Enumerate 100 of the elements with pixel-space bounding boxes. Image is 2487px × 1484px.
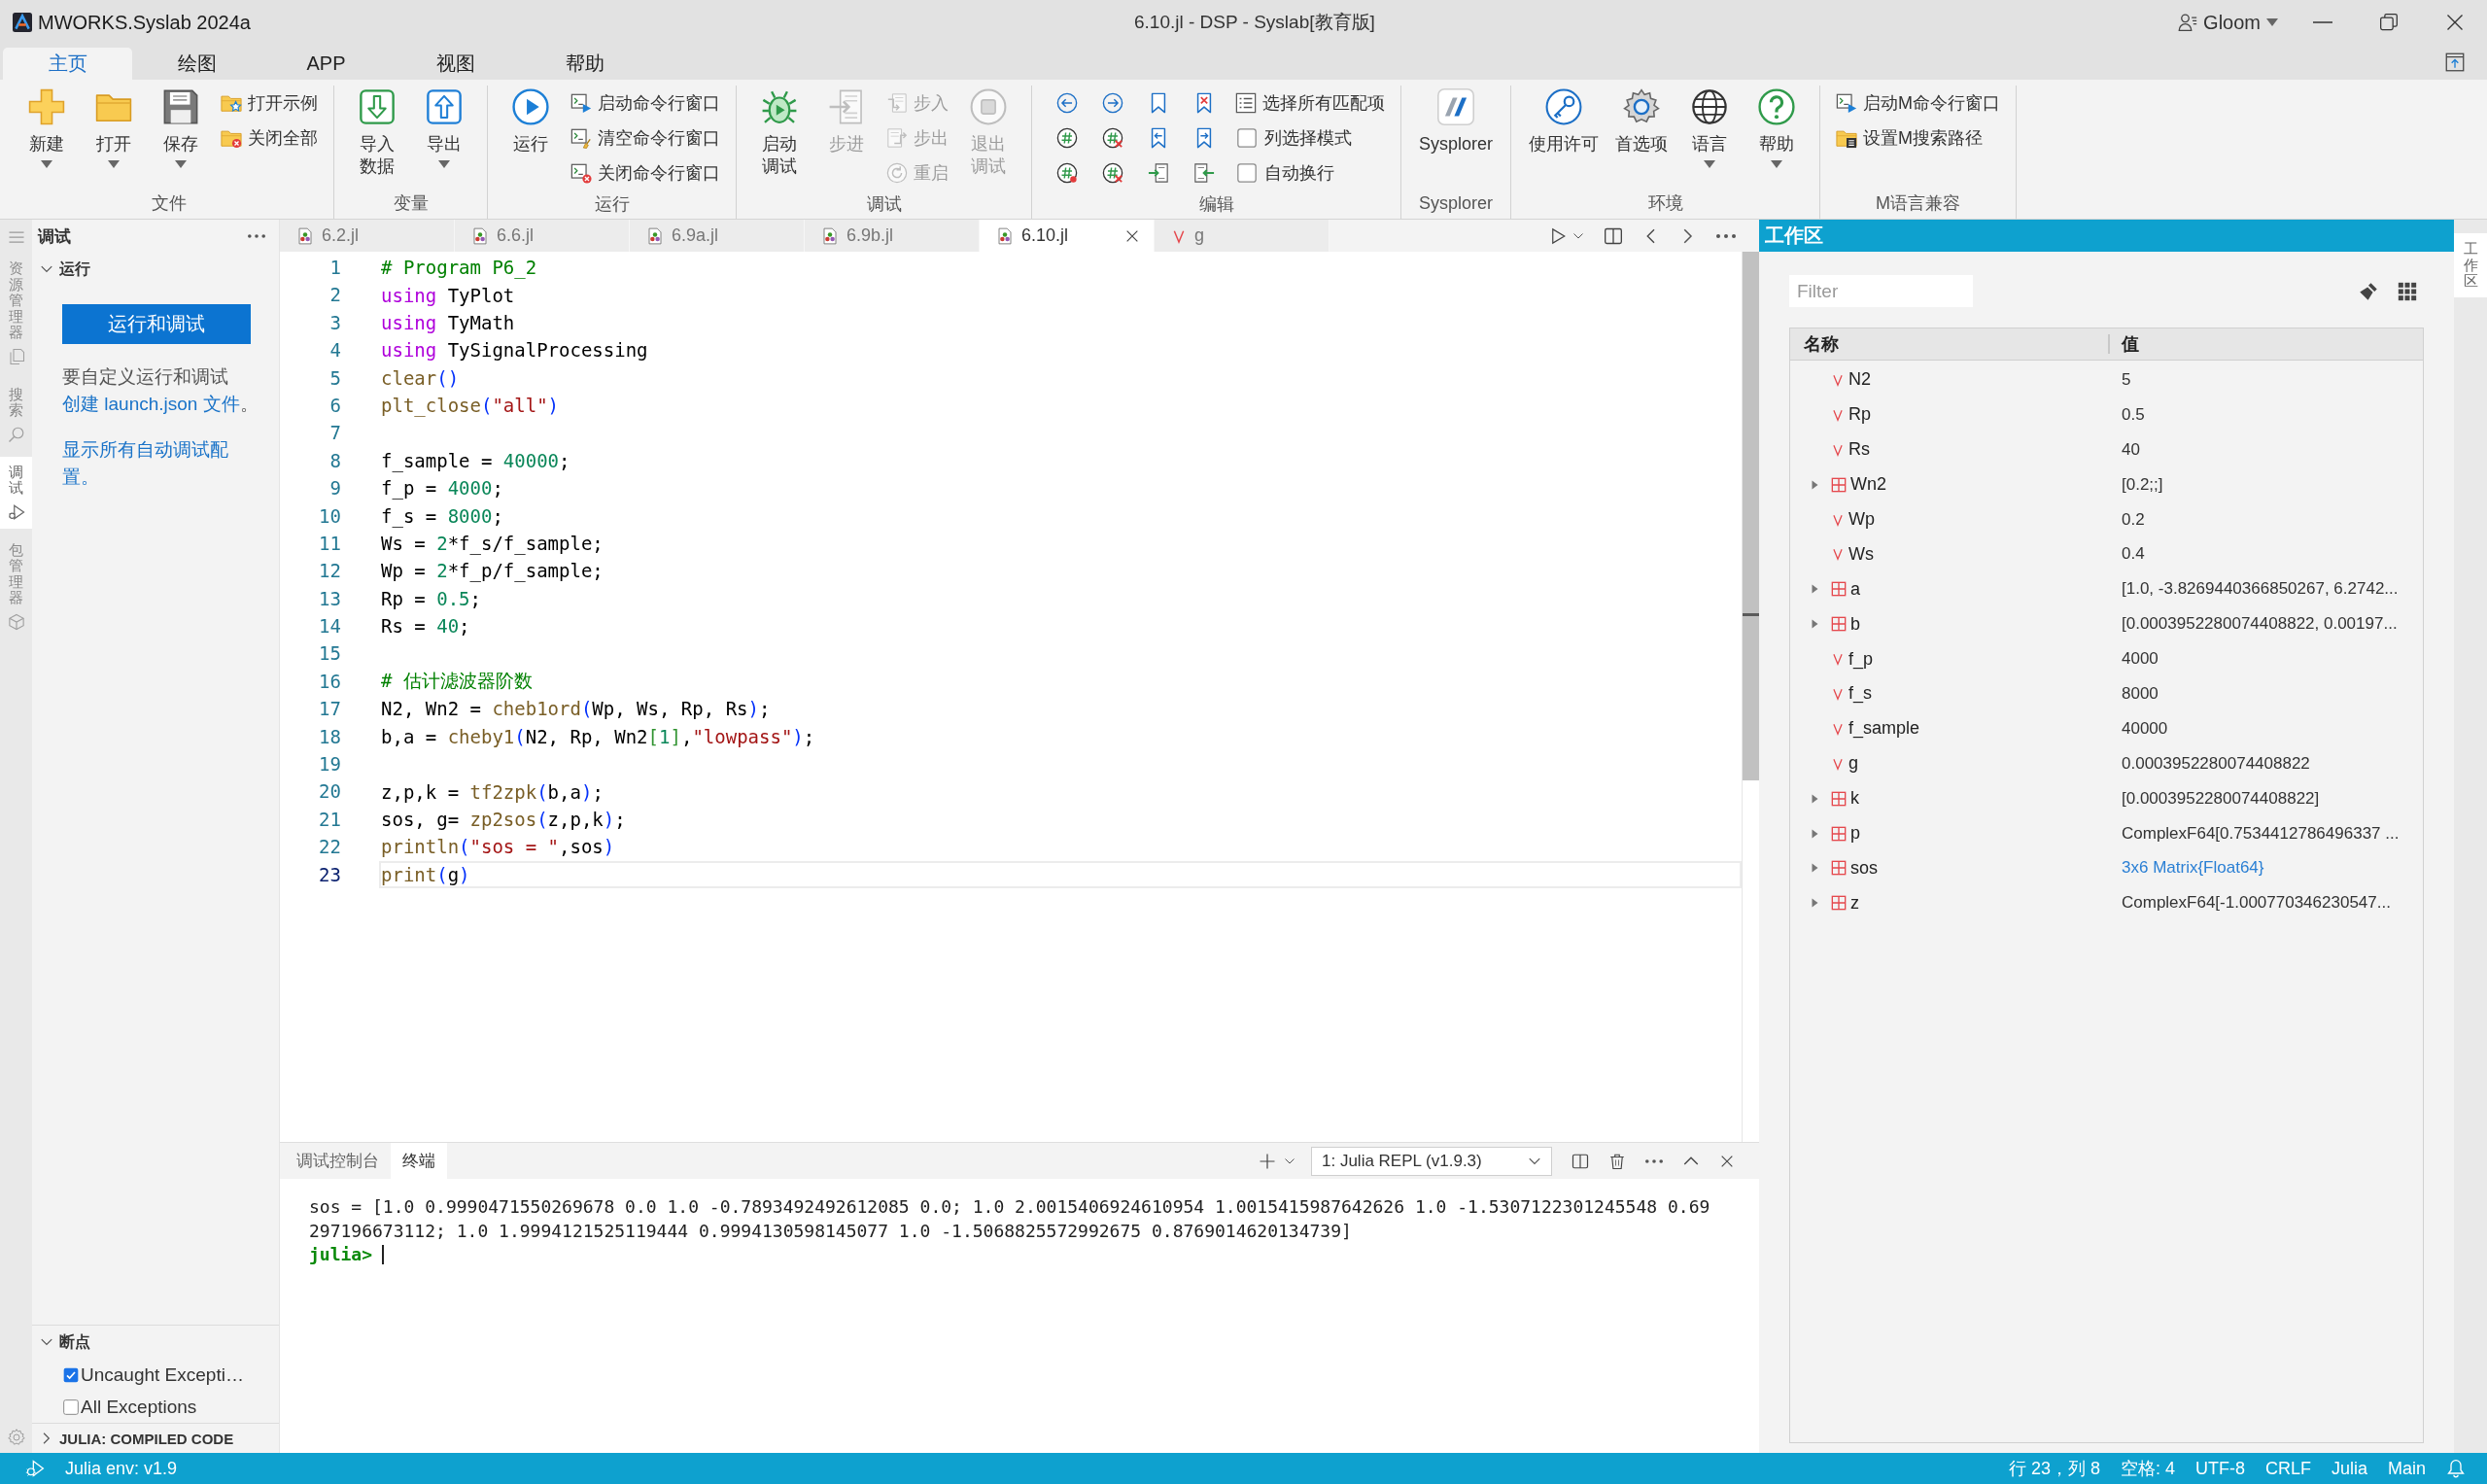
debug-icon[interactable] [25,1459,45,1478]
checkbox[interactable] [63,1398,79,1415]
checkbox[interactable] [1237,128,1257,148]
editor-tab[interactable]: 6.6.jl [455,220,630,252]
expand-arrow-icon[interactable] [1809,478,1820,491]
ribbon-button[interactable]: 首选项 [1609,86,1675,155]
checkbox-label[interactable]: 自动换行 [1264,161,1334,185]
broom-icon[interactable] [2359,281,2378,301]
expand-arrow-icon[interactable] [1809,792,1820,805]
ribbon-button[interactable]: 导入 数据 [346,86,408,178]
editor-tab[interactable]: 6.2.jl [280,220,455,252]
expand-arrow-icon[interactable] [1809,583,1820,596]
grid-icon[interactable] [2398,281,2417,301]
ribbon-tab[interactable]: 主页 [3,48,132,80]
variable-name: z [1850,892,1859,914]
variable-icon [1831,547,1845,562]
indent-icon[interactable] [1147,162,1169,184]
checkbox[interactable] [63,1366,79,1383]
close-icon[interactable] [2445,13,2465,32]
checkbox[interactable] [1237,163,1257,183]
split-terminal-icon[interactable] [1572,1152,1589,1170]
ribbon-button[interactable]: 运行 [500,86,562,155]
ribbon-button[interactable]: 清空命令行窗口 [567,121,724,155]
ribbon-button[interactable]: 选择所有匹配项 [1231,86,1389,121]
checkbox-label[interactable]: 列选择模式 [1264,126,1352,150]
user-menu[interactable]: Gloom [2172,7,2284,38]
ribbon-button[interactable]: 启动M命令行窗口 [1832,86,2005,121]
section-header[interactable]: 断点 [32,1326,279,1359]
ribbon-button[interactable]: 使用许可 [1523,86,1606,155]
hash-x-icon[interactable] [1101,127,1123,149]
editor-tab[interactable]: 6.9b.jl [805,220,980,252]
expand-arrow-icon[interactable] [1809,897,1820,910]
link[interactable]: 显示所有自动调试配置。 [62,436,257,491]
hash-dot-icon[interactable] [1055,162,1078,184]
collapse-ribbon-icon[interactable] [2445,52,2465,72]
ribbon-button[interactable]: 关闭全部 [217,121,322,155]
run-icon[interactable] [1549,226,1567,245]
breakpoint-label[interactable]: Uncaught Excepti… [81,1363,244,1386]
ribbon-tab[interactable]: APP [261,48,391,80]
ribbon-button[interactable]: 关闭命令行窗口 [567,155,724,190]
expand-arrow-icon[interactable] [1809,862,1820,875]
variable-name: Wn2 [1850,474,1886,496]
terminal-arrow-icon [1836,92,1858,114]
file-icon [996,226,1014,245]
more-icon[interactable] [1716,233,1736,238]
hash-x-icon[interactable] [1101,162,1123,184]
editor-tab[interactable]: 6.10.jl [980,220,1155,252]
more-icon[interactable] [248,234,265,238]
run-debug-button[interactable]: 运行和调试 [62,304,251,344]
restore-icon[interactable] [2379,13,2399,32]
scrollbar-thumb[interactable] [1743,252,1759,780]
trash-icon[interactable] [1608,1152,1626,1170]
section-header[interactable]: 运行 [32,253,279,286]
line-number: 23 [318,862,341,887]
ribbon-button[interactable]: 启动命令行窗口 [567,86,724,121]
split-editor-icon[interactable] [1604,225,1623,246]
editor-tab[interactable]: 6.9a.jl [630,220,805,252]
outdent-icon[interactable] [1192,162,1215,184]
ribbon-button[interactable]: Sysplorer [1413,86,1500,155]
table-icon [1831,860,1847,877]
activity-tab[interactable]: 调试 [0,456,32,529]
ribbon-button[interactable]: 帮助 [1745,86,1809,168]
copy-icon [7,347,25,365]
code-line: sos, g= zp2sos(z,p,k); [381,809,626,830]
bell-icon[interactable] [2446,1459,2466,1478]
ribbon-button[interactable]: 打开 [83,86,145,168]
variable-value: 0.0003952280074408822 [2121,753,2311,774]
filter-field[interactable]: Filter [1789,275,1973,307]
editor-tab[interactable]: g [1155,220,1330,252]
side-tab[interactable]: 工作区 [2454,233,2487,297]
expand-arrow-icon[interactable] [1809,618,1820,631]
ribbon-button[interactable]: 启动 调试 [748,86,811,178]
code-line: print(g) [381,863,470,885]
ribbon-tab[interactable]: 绘图 [132,48,261,80]
expand-arrow-icon[interactable] [1809,827,1820,840]
ribbon-tab[interactable]: 帮助 [520,48,649,80]
more-icon[interactable] [1645,1158,1663,1163]
variable-icon [1831,372,1845,387]
table-icon [1831,790,1847,807]
panel-title: 调试 [38,225,71,248]
breakpoint-label[interactable]: All Exceptions [81,1396,197,1418]
ribbon-button[interactable]: 设置M搜索路径 [1832,121,2005,155]
ribbon-button[interactable]: 新建 [16,86,78,168]
link[interactable]: 创建 launch.json 文件 [62,394,240,414]
variable-value-link[interactable]: 3x6 Matrix{Float64} [2108,858,2423,879]
panel-tab[interactable]: 终端 [391,1143,447,1179]
variable-value: 4000 [2121,649,2159,670]
plus-icon[interactable] [1259,1152,1276,1170]
code-line: z,p,k = tf2zpk(b,a); [381,780,604,803]
hash-icon[interactable] [1055,127,1078,149]
ribbon-button[interactable]: 保存 [150,86,212,168]
variable-value: [1.0, -3.8269440366850267, 6.2742... [2121,579,2400,600]
ribbon-button[interactable]: 语言 [1678,86,1742,168]
panel-tab[interactable]: 调试控制台 [285,1143,391,1179]
line-number: 6 [328,393,341,418]
ribbon-button[interactable]: 导出 [413,86,475,168]
column-header: 值 [2108,334,2423,354]
ribbon-tab[interactable]: 视图 [391,48,520,80]
ribbon-button[interactable]: 打开示例 [217,86,322,121]
terminal-select[interactable]: 1: Julia REPL (v1.9.3) [1311,1146,1552,1176]
